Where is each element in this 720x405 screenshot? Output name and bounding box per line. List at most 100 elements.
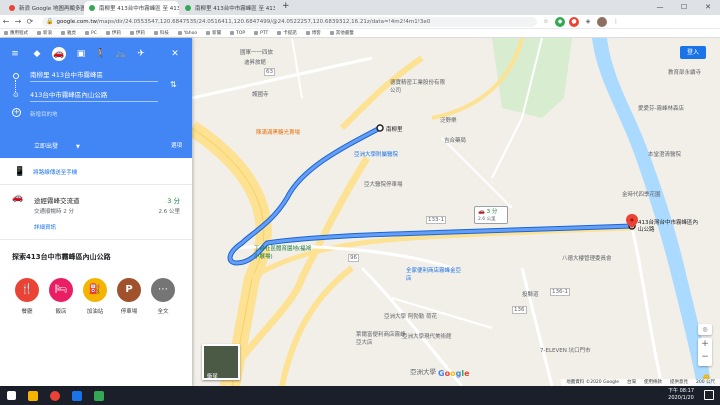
leave-now-dropdown[interactable]: 立即出發 ▼ (34, 141, 80, 150)
login-button[interactable]: 登入 (680, 46, 706, 59)
swap-icon[interactable]: ⇅ (170, 80, 177, 89)
place-label: 八德大樓管理委員會 (562, 256, 612, 262)
maps-favicon-icon (89, 5, 95, 11)
address-bar[interactable]: 🔒 google.com.tw /maps/dir/24.0553547,120… (42, 16, 537, 27)
map-canvas[interactable]: 🚗 3 分 2.6 公里 南柳里 413台灣台中市霧峰區內山公路 國軍一一四旅 … (192, 38, 720, 386)
bookmark-icon (105, 31, 110, 35)
place-label: 國軍一一四旅 (240, 50, 274, 56)
bookmark[interactable]: 伊莉 (105, 30, 121, 36)
bookmark-icon (177, 31, 182, 35)
bookmark-icon (37, 31, 41, 35)
taskbar-app[interactable] (88, 386, 110, 405)
star-icon[interactable]: ☆ (541, 17, 551, 27)
bookmark[interactable]: 新聞 (206, 30, 221, 36)
origin-field[interactable]: 南柳里 413台中市霧峰區 (30, 69, 158, 82)
zoom-in-button[interactable]: + (698, 338, 712, 351)
app-icon (94, 390, 104, 401)
bookmark[interactable]: 雅虎 (61, 30, 76, 36)
menu-icon[interactable]: ⋮ (611, 17, 621, 27)
category-more[interactable]: ⋯ 全文 (150, 278, 176, 315)
flight-icon[interactable]: ✈ (134, 47, 148, 61)
bookmark[interactable]: 應用程式 (4, 30, 28, 36)
place-label: 陳滿滿黑糖光賣場 (256, 130, 301, 136)
feedback-link[interactable]: 提供意見 (670, 379, 688, 386)
bookmark-icon (61, 31, 65, 35)
bookmark-icon (153, 31, 158, 35)
driving-icon[interactable]: 🚗 (52, 47, 66, 61)
category-parking[interactable]: P 停車場 (116, 278, 142, 315)
tab-title: 南柳里 413台中市霧峰區 至 413... (99, 6, 179, 12)
bookmark[interactable]: 科技 (153, 30, 169, 36)
car-icon: 🚗 (12, 193, 24, 203)
bookmark[interactable]: TOP (230, 31, 245, 36)
zoom-out-button[interactable]: − (698, 351, 712, 364)
bookmark[interactable]: 伊莉 (129, 30, 145, 36)
options-button[interactable]: 選項 (171, 141, 182, 149)
taskbar: 下午 08:17 2020/1/20 (0, 386, 720, 405)
category-restaurant[interactable]: 🍴 餐廳 (14, 278, 40, 315)
close-window-icon[interactable]: ✕ (696, 0, 720, 15)
taskbar-app[interactable] (22, 386, 44, 405)
terms-link[interactable]: 使用條款 (644, 379, 662, 386)
forward-icon[interactable]: → (12, 17, 24, 26)
layer-label: 衛星 (207, 374, 219, 380)
bookmark[interactable]: PTT (254, 31, 268, 36)
tab-2[interactable]: 南柳里 413台中市霧峰區 至 413... ✕ (84, 1, 179, 15)
clock-time: 下午 08:17 (668, 388, 694, 394)
bookmark[interactable]: 新浪 (37, 30, 52, 36)
category-label: 加油站 (86, 309, 104, 315)
satellite-layer-button[interactable]: 衛星 (202, 344, 240, 380)
add-icon[interactable]: + (12, 108, 21, 117)
category-label: 餐廳 (21, 309, 33, 315)
reload-icon[interactable]: ⟳ (24, 17, 36, 26)
road-shield: 136-1 (550, 288, 570, 296)
bookmark[interactable]: 卡提諾 (277, 30, 297, 36)
region-link[interactable]: 台灣 (627, 379, 636, 386)
map-footer: 地圖資料 ©2020 Google 台灣 使用條款 提供意見 200 公尺 (561, 379, 720, 386)
bookmark[interactable]: 其他書籤 (329, 30, 354, 36)
route-option[interactable]: 🚗 途經霧峰交流道 3 分 交通順暢時 2 分 2.6 公里 詳細資訊 (0, 185, 192, 240)
callout-time: 3 分 (486, 209, 498, 215)
taskbar-app[interactable] (44, 386, 66, 405)
start-button[interactable] (0, 386, 22, 405)
route-note: 交通順暢時 2 分 (34, 209, 74, 215)
avatar[interactable] (597, 16, 607, 27)
maximize-icon[interactable]: ☐ (672, 0, 696, 15)
place-label: 丁台社區體育園地(福鴻小展場) (254, 246, 312, 260)
transit-icon[interactable]: ▣ (74, 47, 88, 61)
send-to-phone[interactable]: 📱 將路線傳送至手機 (0, 160, 192, 185)
bookmark-icon (305, 31, 310, 35)
details-link[interactable]: 詳細資訊 (34, 223, 56, 231)
close-icon[interactable]: ✕ (168, 47, 182, 61)
menu-icon[interactable]: ≡ (8, 47, 22, 61)
back-icon[interactable]: ← (0, 17, 12, 26)
cycling-icon[interactable]: 🚲 (114, 47, 128, 61)
category-hotel[interactable]: 🛏 飯店 (48, 278, 74, 315)
route-callout[interactable]: 🚗 3 分 2.6 公里 (474, 206, 508, 224)
walking-icon[interactable]: 🚶 (94, 47, 108, 61)
parking-icon: P (117, 278, 141, 302)
bookmark-icon (230, 31, 235, 35)
bookmark[interactable]: PC (85, 31, 97, 36)
my-location-icon[interactable]: ◎ (698, 324, 712, 335)
extension-icon[interactable]: ◈ (583, 17, 593, 27)
clock[interactable]: 下午 08:17 2020/1/20 (668, 388, 694, 402)
bookmark-icon (254, 31, 259, 35)
add-destination[interactable]: 新增目的地 (30, 110, 58, 118)
extension-icon[interactable]: ◆ (555, 16, 565, 27)
start-marker[interactable] (376, 124, 384, 132)
bookmark[interactable]: 博客 (305, 30, 321, 36)
tab-3[interactable]: 南柳里 413台中市霧峰區 至 413... ✕ (180, 1, 275, 15)
extension-icon[interactable]: ● (569, 16, 579, 27)
destination-field[interactable]: 413台中市霧峰區內山公路 (30, 89, 158, 102)
bookmark[interactable]: Yahoo (177, 31, 197, 36)
favicon-icon (9, 5, 15, 11)
place-label: 亞洲大學 (410, 368, 436, 376)
minimize-icon[interactable]: — (648, 0, 672, 15)
best-route-icon[interactable]: ◆ (30, 47, 44, 61)
route-line[interactable] (227, 125, 633, 266)
taskbar-app[interactable] (66, 386, 88, 405)
new-tab-button[interactable]: + (282, 1, 290, 11)
notification-icon[interactable] (704, 390, 714, 400)
category-gas[interactable]: ⛽ 加油站 (82, 278, 108, 315)
